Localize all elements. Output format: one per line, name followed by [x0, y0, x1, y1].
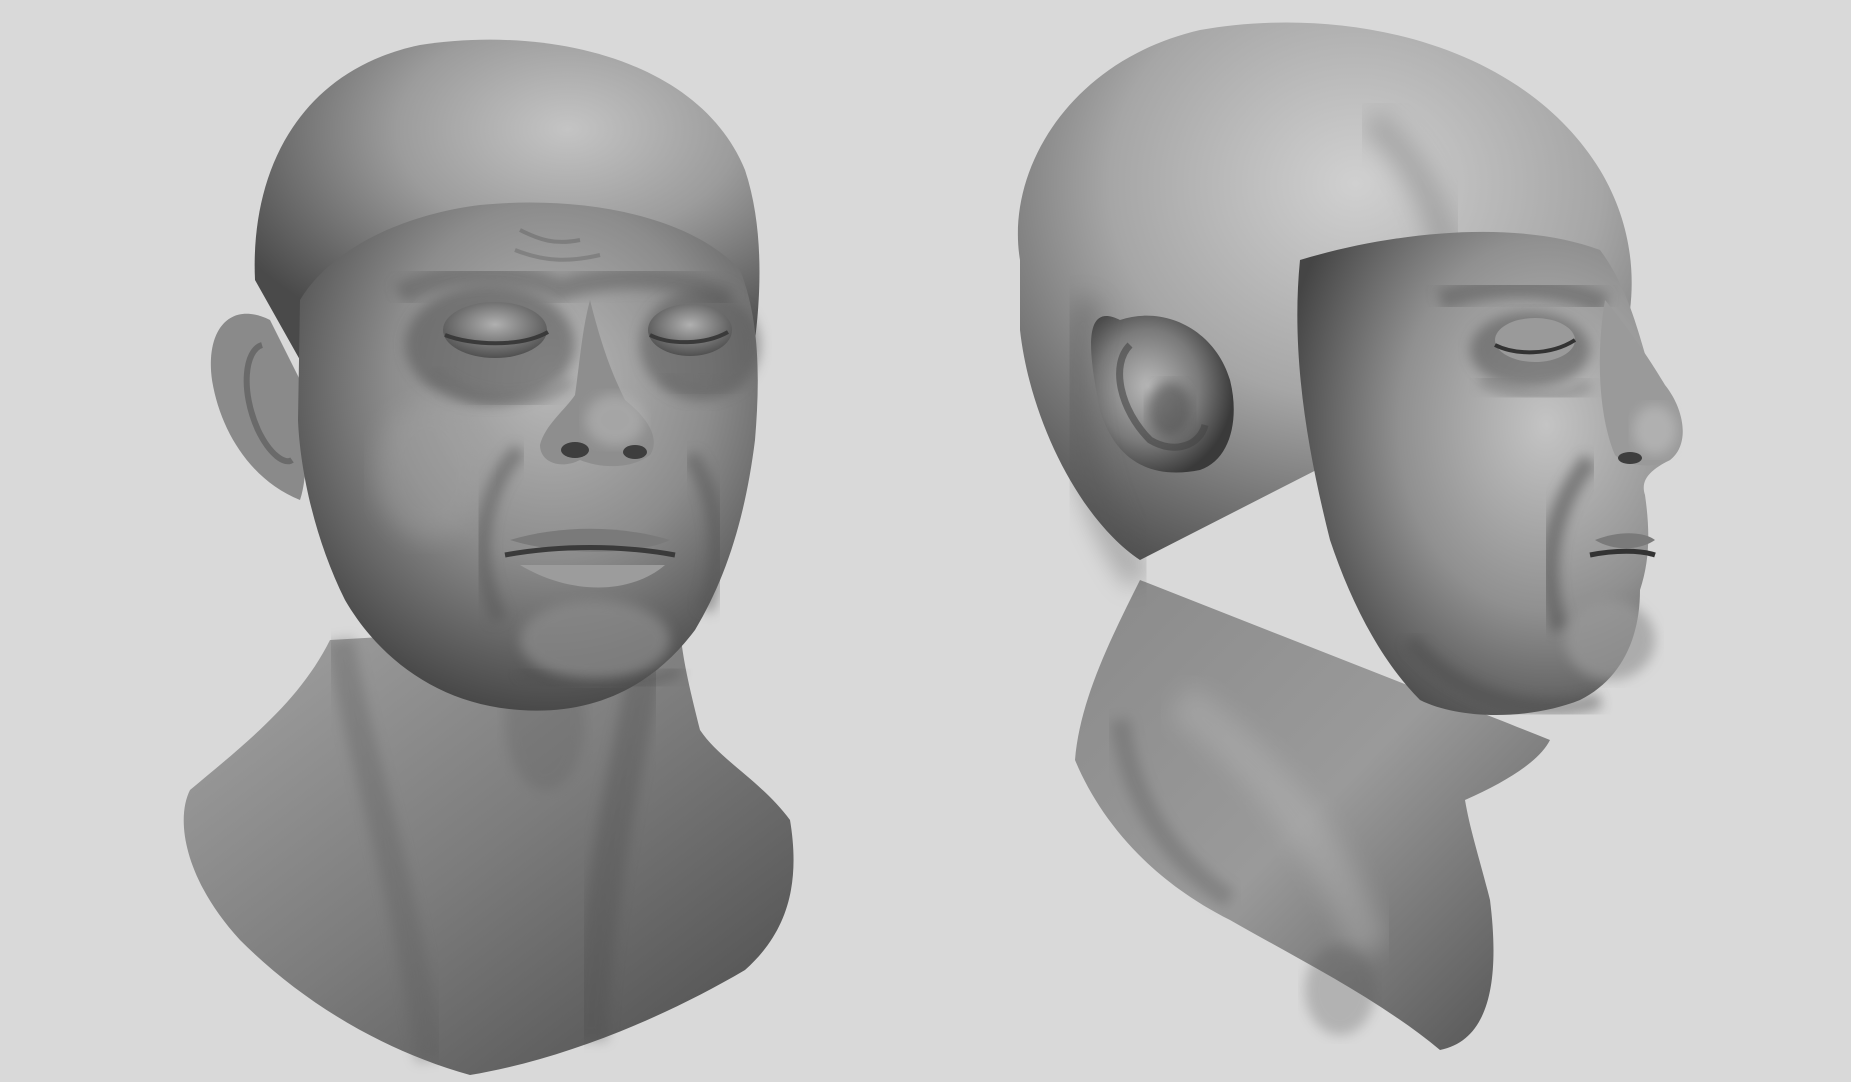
- sculpt-render-scene: [183, 22, 1683, 1075]
- head-side-view: [1017, 22, 1683, 1050]
- render-viewport: [0, 0, 1851, 1082]
- eye-side: [1470, 312, 1590, 388]
- head-front-view: [183, 39, 794, 1075]
- right-eye: [648, 304, 732, 356]
